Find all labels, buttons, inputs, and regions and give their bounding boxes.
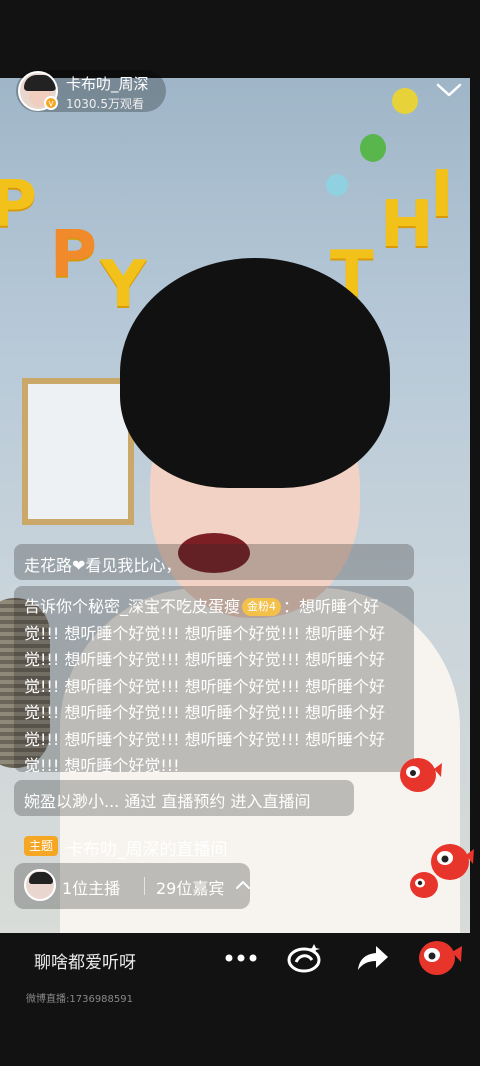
fan-badge: 金粉4 — [242, 598, 282, 616]
weibo-fish-icon[interactable] — [416, 938, 462, 978]
chevron-up-icon[interactable] — [236, 879, 250, 889]
comment-input[interactable]: 聊啥都爱听呀 — [34, 948, 136, 973]
comment-item: 走花路❤看见我比心， — [14, 544, 414, 580]
comment-body: 告诉你个秘密_深宝不吃皮蛋瘦 金粉4 ：想听睡个好觉!!! 想听睡个好觉!!! 想听… — [24, 594, 408, 772]
comment-item: 告诉你个秘密_深宝不吃皮蛋瘦 金粉4 ：想听睡个好觉!!! 想听睡个好觉!!! 想听… — [14, 586, 414, 772]
host-name[interactable]: 卡布叻_周深 — [66, 73, 149, 94]
topic-tag: 主题 — [24, 836, 58, 856]
comment-text: ：想听睡个好觉!!! 想听睡个好觉!!! 想听睡个好觉!!! 想听睡个好觉!!!… — [24, 597, 385, 772]
weibo-fish-icon[interactable] — [408, 870, 442, 900]
guest-count: 29位嘉宾 — [156, 879, 225, 898]
participants-panel[interactable]: 1位主播 29位嘉宾 — [14, 863, 250, 909]
verified-badge-icon: v — [44, 96, 58, 110]
more-icon[interactable] — [224, 946, 258, 970]
topic-title: 卡布叻_周深的直播间 — [66, 840, 228, 860]
weibo-fish-icon[interactable] — [398, 755, 442, 795]
host-count: 1位主播 — [62, 879, 121, 898]
stream-id: 微博直播:1736988591 — [26, 994, 133, 1005]
view-count: 1030.5万观看 — [66, 97, 144, 111]
decoration-balloon — [392, 88, 418, 114]
decoration-balloon — [360, 134, 386, 162]
forward-icon[interactable] — [356, 942, 390, 974]
entry-notice: 婉盈以渺小... 通过 直播预约 进入直播间 — [14, 780, 354, 816]
host-mini-avatar — [24, 869, 56, 901]
decoration-balloon — [326, 174, 348, 196]
status-bar-area — [0, 0, 480, 50]
photo-frame — [22, 378, 134, 525]
entry-notice-text: 婉盈以渺小... 通过 直播预约 进入直播间 — [24, 792, 311, 811]
share-repost-icon[interactable] — [286, 940, 326, 976]
streamer-hair — [120, 258, 390, 488]
comment-user[interactable]: 告诉你个秘密_深宝不吃皮蛋瘦 — [24, 597, 240, 616]
divider — [144, 877, 145, 895]
comment-text: 走花路❤看见我比心， — [24, 556, 182, 575]
chevron-down-icon[interactable] — [436, 80, 462, 100]
